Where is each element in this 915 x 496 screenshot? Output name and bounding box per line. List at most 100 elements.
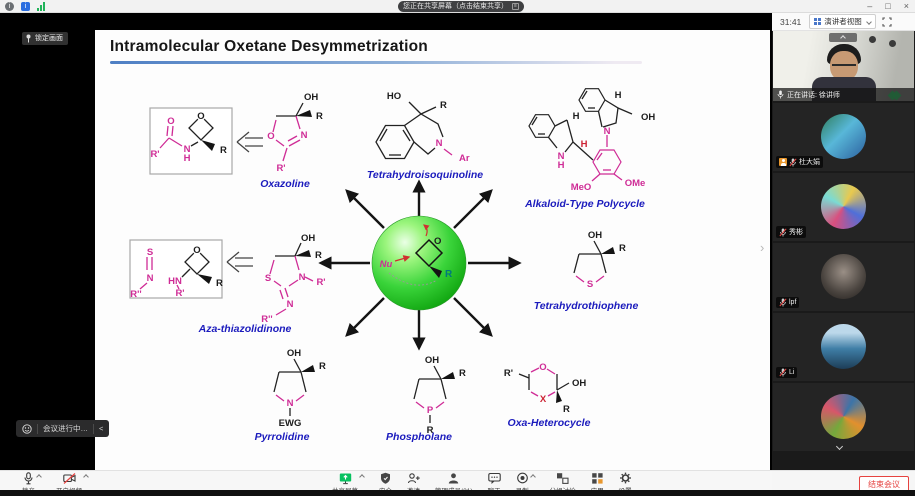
compound-name: Tetrahydroisoquinoline — [367, 169, 483, 181]
mic-muted-icon — [779, 228, 787, 237]
pin-view-badge[interactable]: 锁定画面 — [22, 32, 68, 45]
fullscreen-icon[interactable] — [882, 17, 892, 27]
atom-label: R — [440, 100, 447, 111]
video-tile[interactable]: 秀彬 — [773, 173, 914, 241]
shield-icon — [379, 472, 392, 485]
atom-label: OH — [287, 348, 301, 359]
minimize-button[interactable]: – — [867, 0, 872, 13]
atom-label: R — [445, 269, 453, 280]
close-button[interactable]: × — [904, 0, 909, 13]
chevron-up-icon[interactable] — [530, 474, 536, 480]
atom-label: Nu — [380, 259, 393, 270]
atom-label: R' — [316, 277, 325, 288]
chevron-down-icon[interactable] — [836, 443, 843, 450]
sharing-banner-menu-icon[interactable]: ≡ — [512, 3, 519, 10]
maximize-button[interactable]: □ — [885, 0, 890, 13]
atom-label: N — [301, 130, 308, 141]
participant-chip: lpf — [776, 297, 799, 308]
chevron-up-icon[interactable] — [83, 474, 89, 480]
slide-figure: Nu O R O R' N — [95, 30, 770, 470]
meeting-floating-bar[interactable]: 会议进行中… < — [16, 420, 109, 437]
camera-off-icon — [63, 472, 76, 485]
atom-label: OH — [572, 378, 586, 389]
network-signal-icon — [37, 2, 45, 11]
structure-alkaloid: H H H OH N N H MeO OMe Alkaloid-Type Pol… — [524, 89, 655, 210]
pin-view-label: 锁定画面 — [35, 32, 63, 45]
chevron-up-icon[interactable] — [359, 474, 365, 480]
compound-name: Pyrrolidine — [255, 431, 310, 443]
structure-oxa-heterocycle: O X R' R OH Oxa-Heterocycle — [504, 362, 591, 429]
atom-label: H — [573, 111, 580, 122]
atom-label: R' — [276, 163, 285, 174]
atom-label: OH — [588, 230, 602, 241]
video-tile[interactable] — [773, 383, 914, 451]
video-tile[interactable]: Li — [773, 313, 914, 381]
video-tile-speaker[interactable]: 正在讲话: 徐讲师 — [773, 31, 914, 101]
participant-name: 秀彬 — [789, 227, 803, 237]
atom-label: H — [581, 139, 588, 150]
video-tile[interactable]: lpf — [773, 243, 914, 311]
participant-name: Li — [789, 369, 794, 376]
view-mode-button[interactable]: 演讲者视图 — [809, 14, 876, 29]
chat-icon — [488, 472, 501, 485]
atom-label: R' — [175, 288, 184, 299]
atom-label: N — [287, 299, 294, 310]
atom-label: R — [316, 111, 323, 122]
background-lamp — [869, 36, 876, 43]
background-lamp — [889, 40, 896, 47]
pin-icon — [25, 34, 32, 43]
atom-label: N — [147, 273, 154, 284]
compound-name: Phospholane — [386, 431, 452, 443]
record-icon — [516, 472, 529, 485]
atom-label: OMe — [625, 178, 646, 189]
avatar — [821, 324, 866, 369]
atom-label: O — [193, 245, 200, 256]
docs-icon[interactable]: i — [21, 2, 30, 11]
atom-label: OH — [301, 233, 315, 244]
mic-icon — [777, 90, 784, 99]
speaking-indicator: 正在讲话: 徐讲师 — [773, 88, 914, 101]
screen-bottom-strip — [0, 490, 915, 496]
layout-grid-icon — [814, 18, 821, 25]
atom-label: S — [587, 279, 593, 290]
chevron-up-icon[interactable] — [36, 474, 42, 480]
participants-sidebar: 31:41 演讲者视图 — [772, 13, 915, 496]
atom-label: H — [184, 153, 191, 164]
atom-label: HO — [387, 91, 401, 102]
floating-bar-collapse[interactable]: < — [99, 424, 103, 433]
meeting-toolbar: 静音 开启视频 — [0, 470, 772, 490]
meeting-info-icon[interactable]: i — [5, 2, 14, 11]
sidebar-collapse-handle[interactable]: › — [760, 241, 764, 254]
atom-label: R — [319, 361, 326, 372]
compound-name: Oxazoline — [260, 178, 310, 190]
atom-label: S — [147, 247, 153, 258]
bonds — [574, 241, 615, 282]
mic-icon — [22, 472, 35, 485]
atom-label: N — [299, 272, 306, 283]
atom-label: O — [267, 131, 274, 142]
smiley-icon — [22, 424, 32, 434]
structure-phospholane: P OH R R Phospholane — [386, 355, 466, 443]
atom-label: S — [265, 273, 271, 284]
atom-label: R' — [504, 368, 513, 379]
atom-label: OH — [304, 92, 318, 103]
atom-label: MeO — [571, 182, 592, 193]
presentation-slide: Intramolecular Oxetane Desymmetrization — [95, 30, 770, 470]
atom-label: R — [563, 404, 570, 415]
atom-label: EWG — [279, 418, 302, 429]
members-icon — [447, 472, 460, 485]
compound-name: Oxa-Heterocycle — [508, 417, 591, 429]
avatar — [821, 394, 866, 439]
breakout-icon — [556, 472, 569, 485]
atom-label: R — [216, 278, 223, 289]
structure-thioamide-oxetane: S N R'' HN R' O R — [130, 240, 223, 300]
invite-person-icon — [407, 472, 420, 485]
atom-label: O — [434, 236, 441, 247]
chevron-down-icon — [866, 19, 872, 25]
atom-label: OH — [641, 112, 655, 123]
atom-label: H — [615, 90, 622, 101]
video-tile[interactable]: 杜大娟 — [773, 103, 914, 171]
atom-label: H — [558, 160, 565, 171]
collapse-videos-button[interactable] — [829, 33, 857, 42]
sharing-banner[interactable]: 您正在共享屏幕（点击结束共享） ≡ — [398, 1, 524, 12]
